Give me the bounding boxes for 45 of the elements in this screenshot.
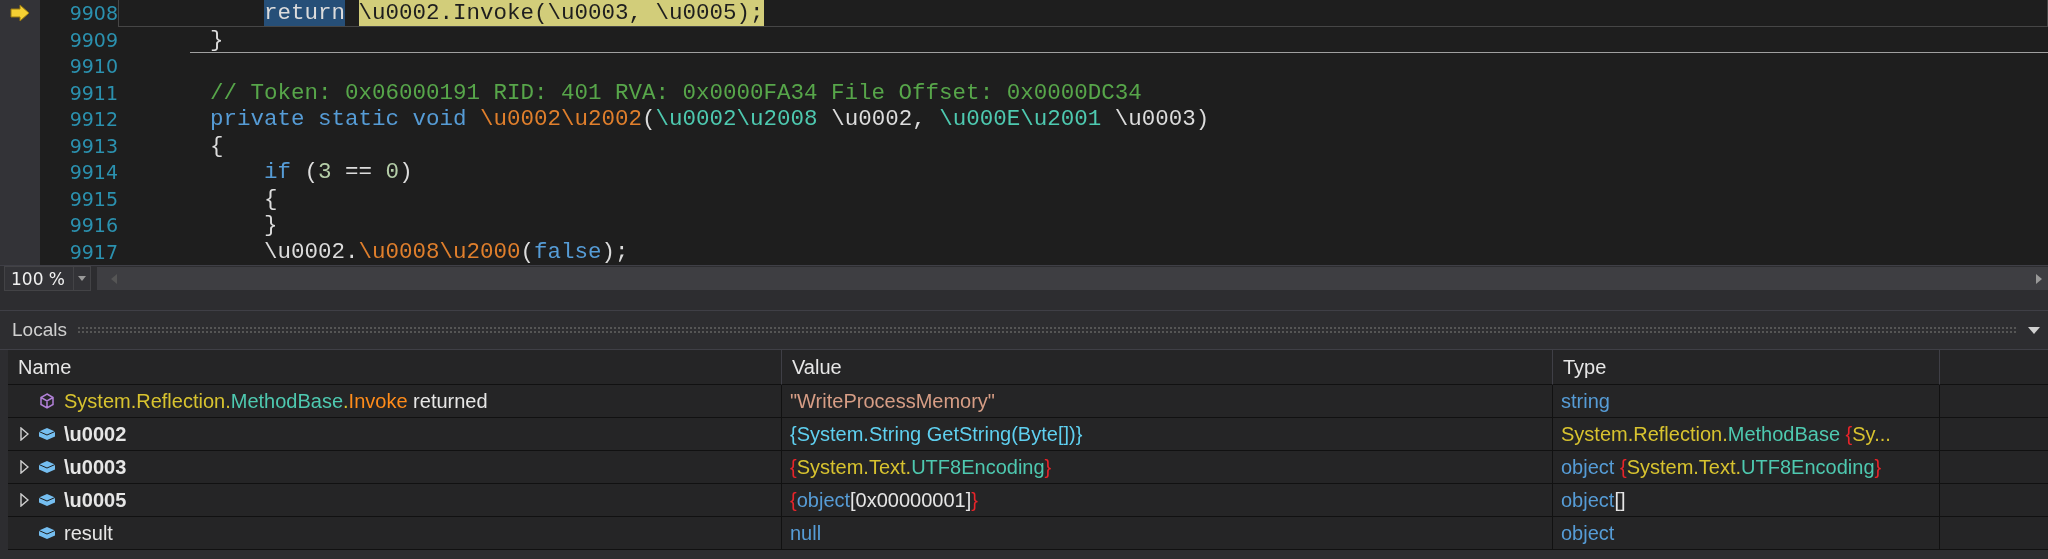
variable-name: System.Reflection.MethodBase.Invoke returned [64,389,488,413]
variable-type: object {System.Text.UTF8Encoding} [1561,455,1882,479]
scroll-right-icon[interactable] [2036,273,2042,284]
code-line: { [209,131,225,160]
line-number: 9914 [68,161,118,184]
expand-arrow-icon[interactable] [20,493,29,507]
panel-title: Locals [12,319,67,341]
line-number: 9912 [68,108,118,131]
variable-value: {System.String GetString(Byte[])} [790,422,1083,446]
variable-value: null [790,521,822,545]
expand-arrow-icon[interactable] [20,460,29,474]
line-number: 9913 [68,134,118,157]
horizontal-scrollbar[interactable] [97,267,2048,290]
line-number: 9916 [68,214,118,237]
variable-name: \u0002 [64,422,127,446]
variable-type: System.Reflection.MethodBase {Sy... [1561,422,1891,446]
code-line: } [209,25,225,54]
code-line: } [263,211,279,240]
column-header[interactable]: Value [782,350,1553,385]
zoom-dropdown[interactable]: 100 % [4,266,91,291]
dropdown-caret-icon[interactable] [2028,326,2040,334]
line-number: 9917 [68,240,118,263]
caret-icon [78,276,86,281]
expand-arrow-icon[interactable] [20,427,29,441]
code-line: { [263,184,279,213]
variable-type: object[] [1561,488,1626,512]
code-line: private static void \u0002\u2002(\u0002\u2008 \u0002, \u000E\u2001 \u0003) [209,105,1211,134]
line-number: 9911 [68,81,118,104]
variable-name: \u0003 [64,455,127,479]
column-header[interactable]: Name [8,350,782,385]
variable-type: string [1561,389,1610,413]
variable-value: {System.Text.UTF8Encoding} [790,455,1052,479]
variable-value: "WriteProcessMemory" [790,389,995,413]
line-number: 9908 [68,2,118,25]
column-header[interactable]: Type [1553,350,1940,385]
code-line: // Token: 0x06000191 RID: 401 RVA: 0x0000FA34 File Offset: 0x0000DC34 [209,78,1143,107]
variable-name: result [64,521,113,545]
line-number: 9909 [68,28,118,51]
code-line: if (3 == 0) [263,158,414,187]
variable-value: {object[0x00000001]} [790,488,978,512]
variable-type: object [1561,521,1615,545]
line-number: 9910 [68,55,118,78]
line-number: 9915 [68,187,118,210]
code-line: \u0002.\u0008\u2000(false); [263,237,630,265]
variable-name: \u0005 [64,488,127,512]
